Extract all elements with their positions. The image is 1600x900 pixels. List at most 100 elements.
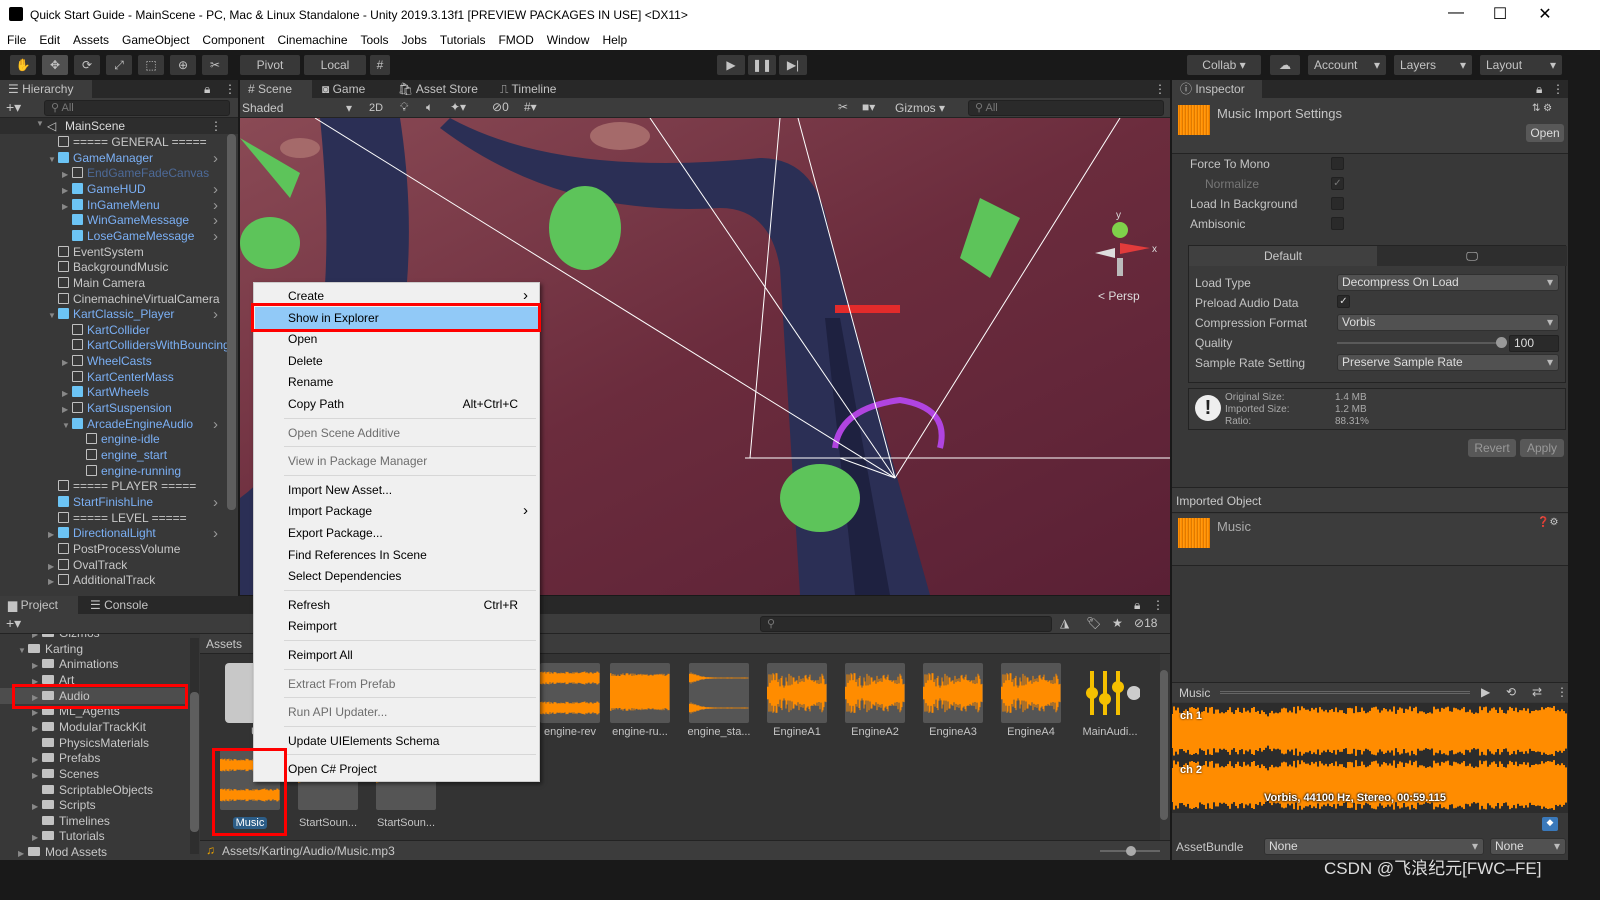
project-folder[interactable]: ▶ ModularTrackKit [0,719,188,735]
local-button[interactable]: Local [304,55,366,75]
asset-label[interactable]: StartSoun... [288,817,368,829]
asset-thumbnail-noise[interactable] [923,663,983,723]
maximize-button[interactable]: ☐ [1480,4,1520,24]
tools-icon[interactable]: ✂ [838,100,848,114]
project-folder[interactable]: ▶ Prefabs [0,750,188,766]
project-folder[interactable]: ScriptableObjects [0,782,188,798]
more-options-icon[interactable]: ⋮ [1556,685,1568,699]
gizmos-dropdown[interactable]: Gizmos ▾ [890,99,960,117]
rotate-tool-icon[interactable]: ⟳ [74,55,100,75]
hidden-objects-icon[interactable]: ⊘0 [492,100,509,114]
tab-inspector[interactable]: ⓘ Inspector [1172,80,1262,98]
asset-label[interactable]: StartSoun... [366,817,446,829]
play-button[interactable]: ▶ [717,55,745,75]
hierarchy-item[interactable]: engine_start [76,447,167,463]
hierarchy-item[interactable]: ▶ KartSuspension [62,400,172,416]
expand-arrow-icon[interactable]: ▼ [36,119,44,128]
tab-hierarchy[interactable]: ☰ Hierarchy [0,80,92,98]
menu-cinemachine[interactable]: Cinemachine [270,30,353,47]
open-prefab-chevron-icon[interactable]: › [213,306,218,323]
ambisonic-checkbox[interactable] [1331,217,1344,230]
project-folder[interactable]: ▼ Karting [0,641,188,657]
hierarchy-item[interactable]: ▶ InGameMenu [62,197,160,213]
menu-tutorials[interactable]: Tutorials [433,30,492,47]
hierarchy-item[interactable]: engine-idle [76,431,160,447]
gizmo-y-axis[interactable] [1112,222,1128,238]
hierarchy-item[interactable]: StartFinishLine [48,494,153,510]
project-search-input[interactable]: ⚲ [760,616,1052,632]
expand-arrow-icon[interactable]: ▼ [48,308,58,324]
open-prefab-chevron-icon[interactable]: › [213,416,218,433]
hierarchy-item[interactable]: KartCenterMass [62,369,174,385]
scene-header[interactable]: ▼ ◁ MainScene ⋮ [0,118,238,134]
quality-slider-handle[interactable] [1496,337,1507,348]
quality-input[interactable]: 100 [1509,335,1559,352]
tab-project[interactable]: ▆ Project [0,596,78,614]
asset-label[interactable]: engine_sta... [679,726,759,738]
revert-button[interactable]: Revert [1468,439,1516,457]
hierarchy-item[interactable]: engine-running [76,463,181,479]
menu-item-export-package[interactable]: Export Package... [255,522,538,544]
lock-icon[interactable]: 🔒︎ [1134,598,1140,613]
normalize-checkbox[interactable]: ✓ [1331,177,1344,190]
lighting-icon[interactable]: 💡︎ [400,100,408,115]
project-folder[interactable]: ▶ Mod Assets [0,844,188,860]
hierarchy-item[interactable]: EventSystem [48,244,144,260]
tab-console[interactable]: ☰ Console [82,596,162,614]
asset-bundle-dropdown[interactable]: None [1264,838,1484,855]
hierarchy-item[interactable]: ▶ GameHUD [62,181,146,197]
hierarchy-item[interactable]: CinemachineVirtualCamera [48,291,220,307]
asset-label[interactable]: MainAudi... [1070,726,1150,738]
hierarchy-item[interactable]: ===== LEVEL ===== [48,510,187,526]
menu-item-find-references-in-scene[interactable]: Find References In Scene [255,544,538,566]
preview-drag-handle[interactable] [1220,691,1470,694]
hand-tool-icon[interactable]: ✋ [10,55,36,75]
project-folder[interactable]: ▶ Animations [0,656,188,672]
menu-help[interactable]: Help [595,30,633,47]
asset-thumbnail-decay[interactable] [689,663,749,723]
label-tag-icon[interactable]: ◆ [1542,817,1558,831]
tab-timeline[interactable]: ⎍ Timeline [492,80,582,98]
toggle-2d-button[interactable]: 2D [364,99,388,117]
open-prefab-chevron-icon[interactable]: › [213,525,218,542]
hierarchy-item[interactable]: ▶ OvalTrack [48,557,127,573]
menu-item-rename[interactable]: Rename [255,371,538,393]
more-options-icon[interactable]: ⋮ [1152,598,1164,612]
hierarchy-item[interactable]: BackgroundMusic [48,259,168,275]
hierarchy-item[interactable]: ===== GENERAL ===== [48,134,207,150]
more-options-icon[interactable]: ⋮ [1154,82,1166,96]
effects-icon[interactable]: ✦▾ [450,100,466,114]
hierarchy-item[interactable]: ▶ WheelCasts [62,353,152,369]
expand-arrow-icon[interactable]: ▶ [48,574,58,590]
lock-icon[interactable]: 🔒︎ [1536,82,1542,97]
menu-edit[interactable]: Edit [32,30,66,47]
step-button[interactable]: ▶| [779,55,807,75]
asset-thumbnail-noise[interactable] [767,663,827,723]
asset-grid-scrollbar[interactable] [1160,656,1168,836]
transform-tool-icon[interactable]: ⊕ [170,55,196,75]
tab-asset-store[interactable]: 🛍︎ Asset Store [390,80,490,98]
menu-fmod[interactable]: FMOD [491,30,539,47]
layout-dropdown[interactable]: Layout ▾ [1480,55,1562,75]
asset-label[interactable]: EngineA1 [757,726,837,738]
hierarchy-item[interactable]: ▼ ArcadeEngineAudio [62,416,193,432]
tab-game[interactable]: ◙ Game [314,80,384,98]
menu-gameobject[interactable]: GameObject [115,30,195,47]
open-prefab-chevron-icon[interactable]: › [213,150,218,167]
menu-component[interactable]: Component [195,30,270,47]
tab-default[interactable]: Default [1189,246,1377,266]
account-dropdown[interactable]: Account ▾ [1308,55,1386,75]
hierarchy-search-input[interactable]: ⚲ All [44,100,230,116]
hierarchy-item[interactable]: ▶ DirectionalLight [48,525,156,541]
asset-thumbnail-noise[interactable] [1001,663,1061,723]
asset-label[interactable]: EngineA4 [991,726,1071,738]
asset-bundle-variant-dropdown[interactable]: None [1490,838,1566,855]
hierarchy-item[interactable]: LoseGameMessage [62,228,194,244]
asset-label[interactable]: engine-rev [530,726,610,738]
add-icon[interactable]: +▾ [6,99,21,116]
open-button[interactable]: Open [1526,124,1564,142]
asset-thumbnail-noise[interactable] [845,663,905,723]
hierarchy-item[interactable]: ▶ AdditionalTrack [48,572,155,588]
help-settings-icon[interactable]: ❓⚙ [1537,517,1558,528]
close-button[interactable]: ✕ [1525,4,1565,24]
